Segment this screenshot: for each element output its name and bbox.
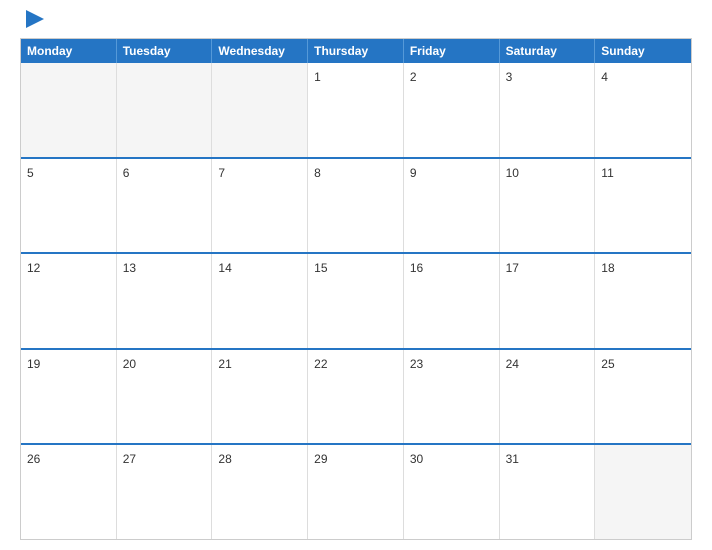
calendar-day: 28	[212, 445, 308, 539]
calendar-day: 29	[308, 445, 404, 539]
calendar-day: 17	[500, 254, 596, 348]
calendar-day: 16	[404, 254, 500, 348]
day-number: 3	[506, 70, 513, 84]
day-number: 4	[601, 70, 608, 84]
calendar-day: 9	[404, 159, 500, 253]
calendar-day	[212, 63, 308, 157]
calendar-header-cell: Sunday	[595, 39, 691, 63]
calendar-body: 1234567891011121314151617181920212223242…	[21, 63, 691, 539]
calendar-day: 30	[404, 445, 500, 539]
calendar-day: 15	[308, 254, 404, 348]
calendar-day: 31	[500, 445, 596, 539]
day-number: 24	[506, 357, 519, 371]
calendar-day: 11	[595, 159, 691, 253]
calendar-day: 1	[308, 63, 404, 157]
calendar-day: 2	[404, 63, 500, 157]
calendar-day	[21, 63, 117, 157]
day-number: 16	[410, 261, 423, 275]
calendar-day: 22	[308, 350, 404, 444]
calendar-day: 5	[21, 159, 117, 253]
calendar-day: 21	[212, 350, 308, 444]
calendar-grid: MondayTuesdayWednesdayThursdayFridaySatu…	[20, 38, 692, 540]
calendar-day: 25	[595, 350, 691, 444]
day-number: 31	[506, 452, 519, 466]
day-number: 25	[601, 357, 614, 371]
calendar-day: 14	[212, 254, 308, 348]
day-number: 5	[27, 166, 34, 180]
day-number: 29	[314, 452, 327, 466]
day-number: 22	[314, 357, 327, 371]
day-number: 18	[601, 261, 614, 275]
calendar-day: 18	[595, 254, 691, 348]
day-number: 10	[506, 166, 519, 180]
day-number: 1	[314, 70, 321, 84]
day-number: 15	[314, 261, 327, 275]
day-number: 12	[27, 261, 40, 275]
calendar-day: 12	[21, 254, 117, 348]
calendar-day: 10	[500, 159, 596, 253]
day-number: 2	[410, 70, 417, 84]
calendar-day: 13	[117, 254, 213, 348]
day-number: 9	[410, 166, 417, 180]
logo	[20, 18, 44, 28]
calendar-page: MondayTuesdayWednesdayThursdayFridaySatu…	[0, 0, 712, 550]
day-number: 17	[506, 261, 519, 275]
day-number: 20	[123, 357, 136, 371]
day-number: 30	[410, 452, 423, 466]
day-number: 8	[314, 166, 321, 180]
calendar-day: 7	[212, 159, 308, 253]
calendar-week: 19 20 21 22 23 24 25	[21, 348, 691, 444]
day-number: 11	[601, 166, 613, 180]
day-number: 21	[218, 357, 231, 371]
calendar-header-cell: Thursday	[308, 39, 404, 63]
day-number: 27	[123, 452, 136, 466]
calendar-header-cell: Friday	[404, 39, 500, 63]
logo-flag-icon	[26, 10, 44, 28]
calendar-header: MondayTuesdayWednesdayThursdayFridaySatu…	[21, 39, 691, 63]
calendar-week: 12 13 14 15 16 17 18	[21, 252, 691, 348]
calendar-day: 20	[117, 350, 213, 444]
calendar-week: 5 6 7 8 9 10 11	[21, 157, 691, 253]
calendar-day: 4	[595, 63, 691, 157]
calendar-day	[117, 63, 213, 157]
calendar-day: 6	[117, 159, 213, 253]
day-number: 28	[218, 452, 231, 466]
day-number: 19	[27, 357, 40, 371]
calendar-day: 8	[308, 159, 404, 253]
calendar-day: 26	[21, 445, 117, 539]
day-number: 6	[123, 166, 130, 180]
calendar-day: 3	[500, 63, 596, 157]
calendar-header-cell: Tuesday	[117, 39, 213, 63]
calendar-header-cell: Monday	[21, 39, 117, 63]
calendar-day: 24	[500, 350, 596, 444]
calendar-day: 27	[117, 445, 213, 539]
day-number: 13	[123, 261, 136, 275]
calendar-header-cell: Saturday	[500, 39, 596, 63]
calendar-day	[595, 445, 691, 539]
calendar-week: 1 2 3 4	[21, 63, 691, 157]
calendar-day: 19	[21, 350, 117, 444]
calendar-header-cell: Wednesday	[212, 39, 308, 63]
day-number: 26	[27, 452, 40, 466]
day-number: 7	[218, 166, 225, 180]
calendar-week: 26 27 28 29 30 31	[21, 443, 691, 539]
day-number: 14	[218, 261, 231, 275]
calendar-day: 23	[404, 350, 500, 444]
day-number: 23	[410, 357, 423, 371]
page-header	[20, 18, 692, 28]
